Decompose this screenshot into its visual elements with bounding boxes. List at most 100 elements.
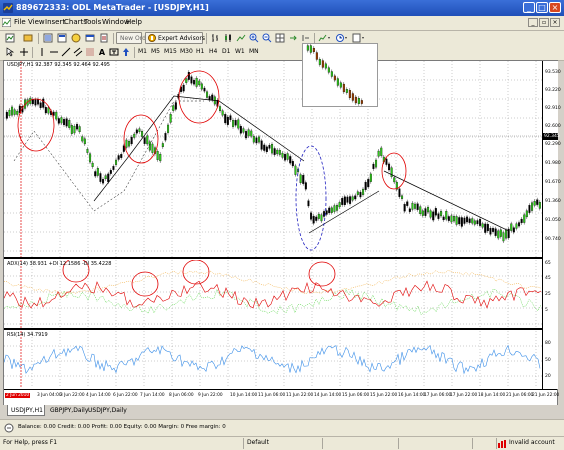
timeframe-h4[interactable]: H4 [209, 48, 217, 55]
new-chart-icon[interactable] [4, 32, 16, 44]
candle-body [109, 170, 112, 174]
candle-body [442, 216, 445, 221]
candle-body [429, 210, 432, 218]
tab-usdjpy-daily[interactable]: USDJPY,Daily [85, 405, 127, 416]
timeframe-w1[interactable]: W1 [235, 48, 245, 55]
candle-body [258, 136, 261, 143]
maximize-button[interactable]: □ [536, 2, 548, 13]
connection-status-icon [498, 440, 506, 448]
candle-body [458, 217, 461, 225]
data-window-icon[interactable] [56, 32, 68, 44]
tab-gbpjpy-daily[interactable]: GBPJPY,Daily [47, 405, 88, 416]
cursor-icon[interactable] [4, 46, 16, 58]
crosshair-icon[interactable] [18, 46, 30, 58]
zoom-in-icon[interactable] [248, 32, 260, 44]
pane-divider[interactable] [4, 328, 557, 330]
candle-body [268, 144, 271, 149]
price-axis[interactable]: 93.530 93.220 92.910 92.600 92.290 91.98… [542, 61, 561, 389]
close-button[interactable]: × [549, 2, 561, 13]
line-chart-icon[interactable] [235, 32, 247, 44]
timeframe-m30[interactable]: M30 [180, 48, 193, 55]
tab-usdjpy-h1[interactable]: USDJPY,H1 [7, 405, 45, 416]
candle-body [76, 124, 79, 130]
menu-insert[interactable]: Insert [45, 18, 65, 26]
timeframe-m1[interactable]: M1 [138, 48, 147, 55]
tile-windows-icon[interactable] [274, 32, 286, 44]
candle-body [234, 120, 237, 126]
candle-body [445, 211, 448, 220]
minimize-button[interactable]: _ [523, 2, 535, 13]
candle-body [497, 230, 500, 239]
child-minimize-button[interactable]: _ [528, 18, 538, 27]
popup-price-chart [306, 43, 363, 106]
autoscroll-icon[interactable] [287, 32, 299, 44]
market-watch-icon[interactable] [42, 32, 54, 44]
candle-body [315, 52, 318, 60]
symbol-label: USDJPY,H1 92.387 92.345 92.464 92.495 [7, 62, 110, 68]
candle-body [133, 133, 136, 138]
time-tick: 10 Jun 14:00 [230, 393, 258, 398]
candle-body [112, 166, 115, 170]
pane-divider[interactable] [4, 257, 557, 259]
candle-body [16, 110, 19, 115]
annotation-circle [182, 259, 210, 285]
candlesticks-icon[interactable] [222, 32, 234, 44]
candle-body [13, 109, 16, 115]
vertical-line-icon[interactable] [36, 46, 48, 58]
candle-body [360, 100, 363, 104]
horizontal-line-icon[interactable] [48, 46, 60, 58]
candle-body [130, 136, 133, 145]
profiles-icon[interactable] [22, 32, 34, 44]
chart-window[interactable]: USDJPY,H1 92.387 92.345 92.464 92.495 AD… [3, 60, 561, 405]
child-close-button[interactable]: × [550, 18, 560, 27]
time-tick: 17 Jun 22:00 [450, 393, 478, 398]
profile-name[interactable]: Default [247, 439, 269, 446]
tester-icon[interactable] [98, 32, 110, 44]
bar-chart-icon[interactable] [209, 32, 221, 44]
zoom-out-icon[interactable] [261, 32, 273, 44]
channel-icon[interactable] [72, 46, 84, 58]
menu-help[interactable]: Help [126, 18, 142, 26]
arrows-icon[interactable] [120, 46, 132, 58]
navigator-icon[interactable] [70, 32, 82, 44]
candle-body [284, 154, 287, 161]
candle-body [450, 215, 453, 223]
rsi-pane[interactable]: RSI(14) 34.7919 [3, 331, 542, 388]
chart-window-icon[interactable] [2, 18, 11, 27]
candle-body [193, 79, 196, 85]
expert-advisors-button[interactable]: Expert Advisors [145, 32, 205, 44]
time-axis[interactable]: 2 Jun 2010 3 Jun 04:00 3 Jun 22:00 4 Jun… [4, 389, 559, 405]
terminal-icon[interactable] [4, 423, 14, 433]
candle-body [306, 45, 309, 51]
candle-body [484, 223, 487, 233]
new-order-button[interactable]: New Order [116, 32, 152, 44]
text-tool-icon[interactable]: A [96, 46, 108, 58]
adx-pane[interactable]: ADX(14) 38.931 +DI 12.1586 -DI 35.4228 [3, 257, 542, 328]
trendline-icon[interactable] [60, 46, 72, 58]
child-restore-button[interactable]: ▫ [539, 18, 549, 27]
timeframe-m15[interactable]: M15 [164, 48, 177, 55]
timeframe-m5[interactable]: M5 [151, 48, 160, 55]
candle-body [486, 223, 489, 232]
timeframe-mn[interactable]: MN [249, 48, 259, 55]
chart-preview-popup [302, 43, 378, 107]
menu-file[interactable]: File [14, 18, 26, 26]
menu-tools[interactable]: Tools [84, 18, 101, 26]
text-label-icon[interactable] [108, 46, 120, 58]
timeframe-d1[interactable]: D1 [222, 48, 230, 55]
main-price-pane[interactable]: USDJPY,H1 92.387 92.345 92.464 92.495 [4, 61, 542, 257]
candle-body [141, 131, 144, 137]
candle-body [143, 137, 146, 144]
candle-body [398, 188, 401, 197]
candle-body [406, 201, 409, 206]
time-tick-highlight: 2 Jun 2010 [5, 393, 31, 398]
fibonacci-icon[interactable] [84, 46, 96, 58]
candle-body [321, 60, 324, 68]
timeframe-h1[interactable]: H1 [196, 48, 204, 55]
candle-body [479, 218, 482, 226]
terminal-icon[interactable] [84, 32, 96, 44]
time-tick: 14 Jun 14:00 [314, 393, 342, 398]
menu-view[interactable]: View [28, 18, 45, 26]
adx-tick: 5 [545, 308, 548, 313]
candle-body [357, 98, 360, 104]
